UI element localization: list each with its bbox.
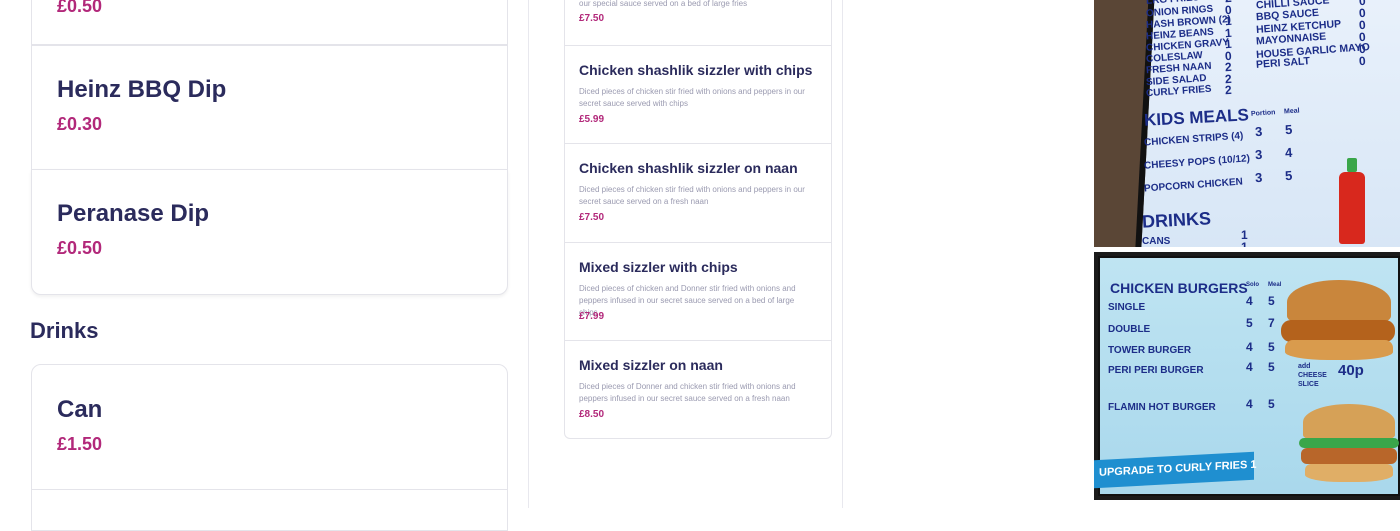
item-title: Chicken shashlik sizzler on naan — [579, 160, 798, 176]
board-item-price: 5 — [1268, 360, 1275, 374]
item-title: Mixed sizzler on naan — [579, 357, 723, 373]
board-item-price: 5 — [1268, 294, 1275, 308]
menu-list: our special sauce served on a bed of lar… — [564, 0, 832, 439]
board-item-price: 4 — [1246, 340, 1253, 354]
item-price: £8.50 — [579, 409, 605, 420]
section-title-drinks: Drinks — [30, 318, 99, 343]
board-item-price: 2 — [1224, 82, 1233, 98]
item-description: Diced pieces of chicken stir fried with … — [579, 185, 805, 206]
item-title: Mixed sizzler with chips — [579, 259, 738, 275]
item-price: £7.50 — [579, 212, 605, 223]
menu-item[interactable]: Chicken shashlik sizzler on naan Diced p… — [565, 143, 831, 242]
board-column-label: Meal — [1268, 282, 1282, 288]
board-item-price: 5 — [1268, 397, 1275, 411]
item-description: Diced pieces of chicken and Donner stir … — [579, 284, 796, 317]
board-item-label: TOWER BURGER — [1108, 345, 1192, 356]
item-description: Diced pieces of Donner and chicken stir … — [579, 382, 796, 403]
board-item-price: 4 — [1246, 294, 1253, 308]
board-item-label: DOUBLE — [1108, 324, 1151, 335]
board-item-price: 4 — [1246, 397, 1253, 411]
board-item-price: 5 — [1284, 121, 1293, 138]
menu-item-card[interactable]: Heinz BBQ Dip £0.30 — [31, 45, 508, 170]
menu-board-photo[interactable]: CHICKEN BURGERS Solo Meal SINGLE 4 5 DOUBLE 5 7 T… — [1094, 252, 1400, 500]
board-item-label: SINGLE — [1108, 302, 1146, 313]
board-promo-price: 40p — [1338, 362, 1364, 379]
board-promo-label: add CHEESE SLICE — [1298, 363, 1327, 388]
board-item-price: 4 — [1284, 144, 1293, 161]
item-price: £5.99 — [579, 114, 605, 125]
board-item-price: 1 — [1241, 240, 1248, 247]
drink-bottle-image — [1337, 158, 1367, 244]
board-item-price: 5 — [1268, 340, 1275, 354]
item-name: Heinz BBQ Dip — [57, 76, 227, 103]
upgrade-text: UPGRADE TO CURLY FRIES 1 — [1099, 458, 1257, 479]
item-price: £0.50 — [57, 0, 103, 16]
item-name: Peranase Dip — [57, 200, 210, 227]
item-title: Chicken shashlik sizzler with chips — [579, 62, 813, 78]
board-item-price: 4 — [1246, 360, 1253, 374]
item-price: £7.50 — [579, 13, 605, 24]
menu-item-card[interactable] — [31, 489, 508, 531]
board-item-label: PERI PERI BURGER — [1108, 365, 1204, 376]
burger-image — [1299, 402, 1399, 490]
menu-item-card[interactable]: Peranase Dip £0.50 — [31, 169, 508, 295]
board-item-price: 3 — [1254, 169, 1263, 186]
board-column-label: Solo — [1246, 282, 1259, 288]
menu-item[interactable]: Chicken shashlik sizzler with chips Dice… — [565, 45, 831, 144]
item-price: £0.50 — [57, 238, 103, 258]
board-item-label: CANS — [1142, 236, 1171, 247]
item-price: £7.99 — [579, 311, 605, 322]
menu-board-photo[interactable]: LRG FRIES2ONION RINGS0HASH BROWN (2)1HEI… — [1094, 0, 1400, 247]
board-item-price: 3 — [1254, 123, 1263, 140]
board-item-price: 5 — [1246, 316, 1253, 330]
board-section-title: DRINKS — [1141, 208, 1212, 232]
board-title: CHICKEN BURGERS — [1110, 280, 1248, 296]
board-item-price: 3 — [1254, 146, 1263, 163]
menu-item-card[interactable]: £0.50 — [31, 0, 508, 45]
item-description: Diced pieces of chicken stir fried with … — [579, 87, 805, 108]
item-price: £0.30 — [57, 114, 103, 134]
board-column-label: Meal — [1283, 107, 1300, 116]
menu-item[interactable]: Mixed sizzler on naan Diced pieces of Do… — [565, 340, 831, 439]
board-item-price: 5 — [1284, 167, 1293, 184]
item-name: Can — [57, 396, 103, 423]
item-description: our special sauce served on a bed of lar… — [579, 0, 748, 8]
menu-item[interactable]: Mixed sizzler with chips Diced pieces of… — [565, 242, 831, 341]
board-item-price: 0 — [1358, 53, 1367, 69]
board-item-price: 7 — [1268, 316, 1275, 330]
dips-panel: £0.50 Heinz BBQ Dip £0.30 Peranase Dip £… — [0, 0, 520, 531]
board-item-label: FLAMIN HOT BURGER — [1108, 402, 1216, 413]
menu-item-card[interactable]: Can £1.50 — [31, 364, 508, 490]
burger-image — [1279, 270, 1397, 370]
item-price: £1.50 — [57, 434, 103, 454]
